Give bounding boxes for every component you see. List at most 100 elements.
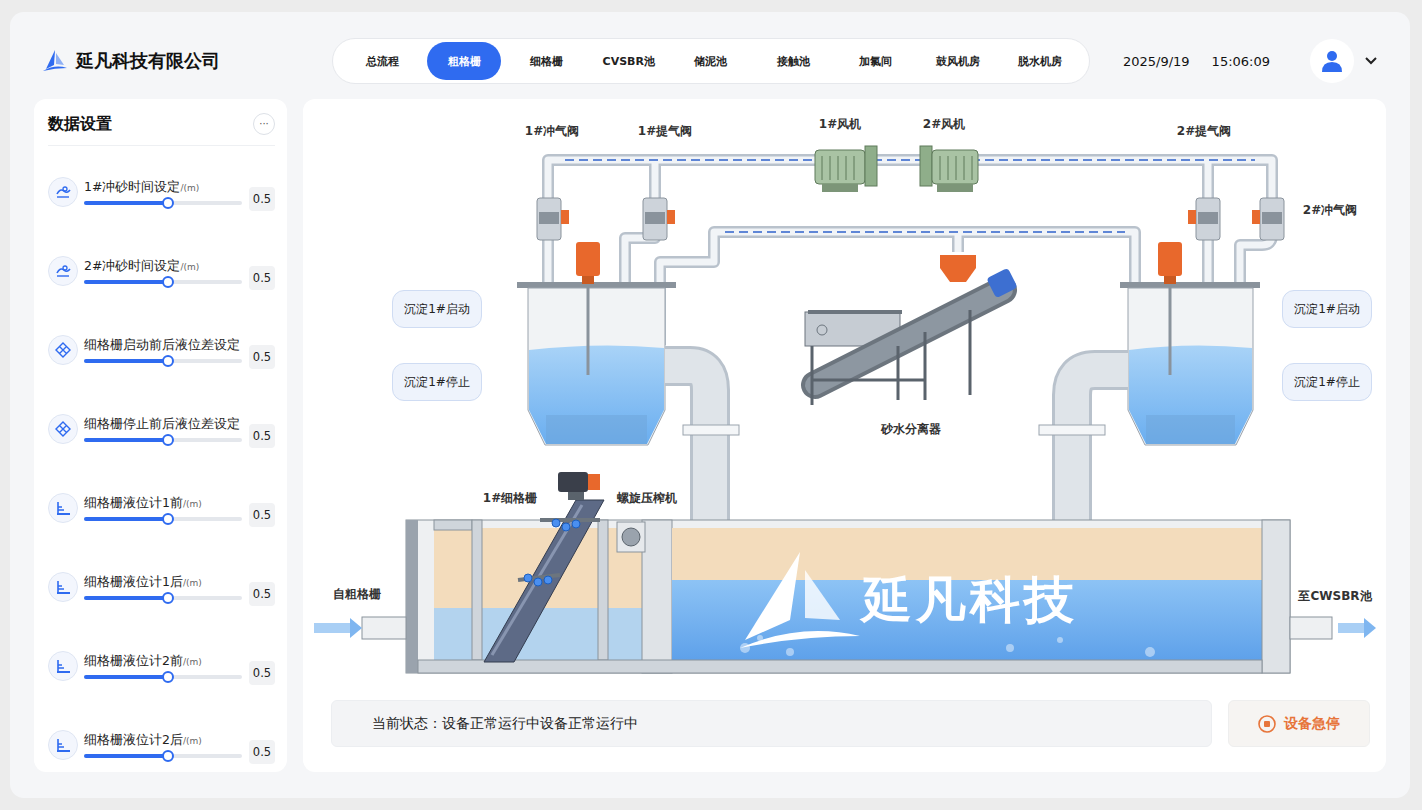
slider-knob[interactable] <box>162 355 174 367</box>
more-button[interactable]: ··· <box>253 113 275 135</box>
sedimentation-button[interactable]: 沉淀1#启动 <box>392 290 482 328</box>
diagram-label: 1#细格栅 <box>483 490 537 507</box>
logo: 延凡科技有限公司 <box>34 49 332 73</box>
nav-tab[interactable]: 接触池 <box>756 42 830 80</box>
date-text: 2025/9/19 <box>1123 54 1190 69</box>
setting-label: 细格栅液位计1后/(m) <box>84 574 243 591</box>
slider-knob[interactable] <box>162 750 174 762</box>
logo-icon <box>42 49 68 73</box>
slider-fill <box>84 280 168 284</box>
nav-tab[interactable]: 脱水机房 <box>1003 42 1077 80</box>
setting-icon-badge <box>48 414 78 444</box>
user-icon <box>1320 49 1344 73</box>
slabel-text: 当前状态： <box>372 715 442 733</box>
watermark: 延凡科技 <box>862 567 1078 634</box>
setting-row: 细格栅启动前后液位差设定 0.5 <box>48 320 275 399</box>
slider-track[interactable] <box>84 438 242 442</box>
setting-label: 2#冲砂时间设定/(m) <box>84 258 243 275</box>
gauge-icon <box>54 657 72 675</box>
setting-value: 0.5 <box>249 345 275 369</box>
slider-knob[interactable] <box>162 434 174 446</box>
setting-label-text: 细格栅液位计2前 <box>84 653 183 668</box>
setting-unit: /(m) <box>183 657 202 667</box>
setting-label: 细格栅液位计2前/(m) <box>84 653 243 670</box>
slider-fill <box>84 517 168 521</box>
chevron-down-icon[interactable] <box>1364 56 1378 66</box>
diagram-label: 砂水分离器 <box>881 421 941 438</box>
nav-tab[interactable]: 细格栅 <box>510 42 584 80</box>
slider-track[interactable] <box>84 201 242 205</box>
slider-track[interactable] <box>84 359 242 363</box>
diagram-label: 1#冲气阀 <box>525 123 579 140</box>
slider-track[interactable] <box>84 517 242 521</box>
setting-unit: /(m) <box>180 183 199 193</box>
nav-tab[interactable]: 总流程 <box>345 42 419 80</box>
slider-track[interactable] <box>84 596 242 600</box>
setting-label: 细格栅液位计1前/(m) <box>84 495 243 512</box>
nav-tab[interactable]: 鼓风机房 <box>921 42 995 80</box>
setting-label: 细格栅液位计2后/(m) <box>84 732 243 749</box>
setting-icon-badge <box>48 572 78 602</box>
slider-fill <box>84 596 168 600</box>
setting-value: 0.5 <box>249 740 275 764</box>
setting-value: 0.5 <box>249 187 275 211</box>
slider-knob[interactable] <box>162 592 174 604</box>
setting-value: 0.5 <box>249 661 275 685</box>
setting-row: 细格栅液位计1后/(m) 0.5 <box>48 557 275 636</box>
sedimentation-button[interactable]: 沉淀1#停止 <box>1282 363 1372 401</box>
grid-icon <box>54 420 72 438</box>
setting-value: 0.5 <box>249 582 275 606</box>
diagram-label: 至CWSBR池 <box>1298 588 1371 605</box>
setting-row: 细格栅液位计2前/(m) 0.5 <box>48 636 275 715</box>
slider-track[interactable] <box>84 675 242 679</box>
setting-label-text: 细格栅液位计1后 <box>84 574 183 589</box>
setting-label: 细格栅停止前后液位差设定 <box>84 416 243 433</box>
setting-label: 细格栅启动前后液位差设定 <box>84 337 243 354</box>
app-frame: 延凡科技有限公司 总流程粗格栅细格栅CVSBR池储泥池接触池加氯间鼓风机房脱水机… <box>10 12 1410 798</box>
wave-icon <box>54 262 72 280</box>
setting-label-text: 1#冲砂时间设定 <box>84 179 180 194</box>
setting-row: 细格栅液位计2后/(m) 0.5 <box>48 715 275 794</box>
emergency-stop-button[interactable]: 设备急停 <box>1228 700 1370 747</box>
nav-bar: 总流程粗格栅细格栅CVSBR池储泥池接触池加氯间鼓风机房脱水机房 <box>332 38 1090 84</box>
setting-body: 细格栅停止前后液位差设定 <box>84 416 243 442</box>
sedimentation-button[interactable]: 沉淀1#停止 <box>392 363 482 401</box>
settings-panel: 数据设置··· 1#冲砂时间设定/(m)0.52#冲砂时间设定/(m)0.5细格… <box>34 99 287 772</box>
setting-icon-badge <box>48 177 78 207</box>
wave-icon <box>54 183 72 201</box>
slider-knob[interactable] <box>162 671 174 683</box>
setting-body: 细格栅液位计1后/(m) <box>84 574 243 600</box>
setting-body: 细格栅液位计2后/(m) <box>84 732 243 758</box>
setting-unit: /(m) <box>183 736 202 746</box>
slider-track[interactable] <box>84 280 242 284</box>
setting-label-text: 细格栅液位计1前 <box>84 495 183 510</box>
gauge-icon <box>54 736 72 754</box>
sedimentation-button[interactable]: 沉淀1#启动 <box>1282 290 1372 328</box>
setting-row: 1#冲砂时间设定/(m)0.5 <box>48 162 275 241</box>
setting-icon-badge <box>48 335 78 365</box>
grid-icon <box>54 341 72 359</box>
company-text: 延凡科技有限公司 <box>76 49 220 73</box>
slider-knob[interactable] <box>162 276 174 288</box>
setting-body: 1#冲砂时间设定/(m) <box>84 179 243 205</box>
status-bar: 当前状态：设备正常运行中设备正常运行中 <box>331 700 1212 747</box>
slider-knob[interactable] <box>162 513 174 525</box>
diagram-label: 1#风机 <box>819 116 861 133</box>
diagram-label: 1#提气阀 <box>638 123 692 140</box>
setting-unit: /(m) <box>180 262 199 272</box>
nav-tab[interactable]: 粗格栅 <box>427 42 501 80</box>
nav-tab[interactable]: CVSBR池 <box>592 42 666 80</box>
diagram-label: 自粗格栅 <box>333 586 381 603</box>
setting-body: 细格栅液位计1前/(m) <box>84 495 243 521</box>
slider-fill <box>84 201 168 205</box>
slider-fill <box>84 438 168 442</box>
nav-tab[interactable]: 加氯间 <box>838 42 912 80</box>
nav-tab[interactable]: 储泥池 <box>674 42 748 80</box>
setting-label-text: 2#冲砂时间设定 <box>84 258 180 273</box>
stop-icon <box>1258 715 1276 733</box>
datetime: 2025/9/1915:06:09 <box>1123 54 1270 69</box>
user-avatar[interactable] <box>1310 39 1354 83</box>
slider-knob[interactable] <box>162 197 174 209</box>
slider-track[interactable] <box>84 754 242 758</box>
diagram-label: 2#风机 <box>923 116 965 133</box>
